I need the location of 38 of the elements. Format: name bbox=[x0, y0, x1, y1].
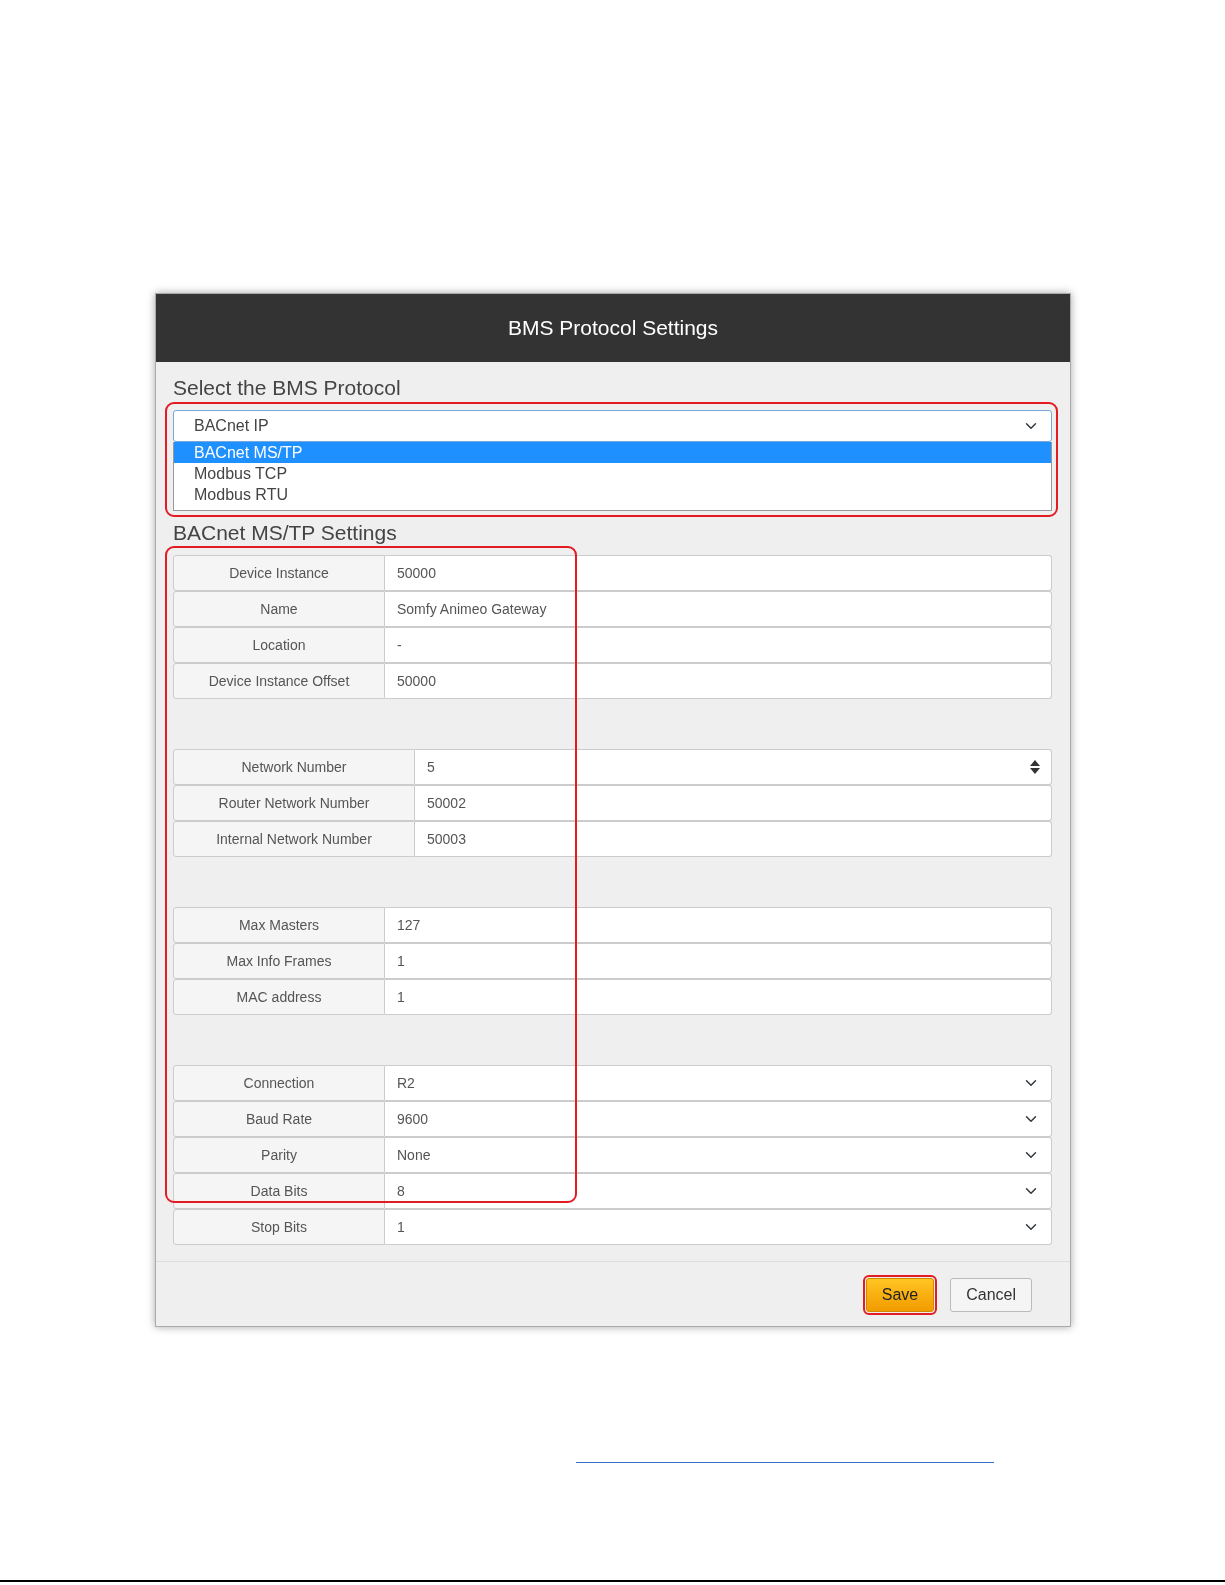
input-field[interactable]: 50000 bbox=[385, 663, 1052, 699]
dialog-title: BMS Protocol Settings bbox=[507, 315, 719, 342]
field-label: MAC address bbox=[173, 979, 385, 1015]
field-label: Data Bits bbox=[173, 1173, 385, 1209]
save-button[interactable]: Save bbox=[865, 1278, 935, 1312]
input-field[interactable]: 50002 bbox=[415, 785, 1052, 821]
dropdown-field[interactable]: None bbox=[385, 1137, 1052, 1173]
dropdown-field[interactable]: 1 bbox=[385, 1209, 1052, 1245]
dropdown-field[interactable]: 8 bbox=[385, 1173, 1052, 1209]
input-field[interactable]: 127 bbox=[385, 907, 1052, 943]
dropdown-option[interactable]: Modbus TCP bbox=[174, 463, 1051, 484]
field-label: Device Instance Offset bbox=[173, 663, 385, 699]
field-label: Name bbox=[173, 591, 385, 627]
section-heading: BACnet MS/TP Settings bbox=[173, 520, 398, 546]
field-label: Network Number bbox=[173, 749, 415, 785]
field-label: Router Network Number bbox=[173, 785, 415, 821]
input-field[interactable]: 1 bbox=[385, 943, 1052, 979]
field-label: Internal Network Number bbox=[173, 821, 415, 857]
cancel-button[interactable]: Cancel bbox=[950, 1278, 1032, 1312]
field-label: Max Masters bbox=[173, 907, 385, 943]
field-label: Connection bbox=[173, 1065, 385, 1101]
section-heading: Select the BMS Protocol bbox=[173, 375, 402, 401]
dropdown-field[interactable]: 9600 bbox=[385, 1101, 1052, 1137]
field-label: Max Info Frames bbox=[173, 943, 385, 979]
field-label: Stop Bits bbox=[173, 1209, 385, 1245]
field-label: Baud Rate bbox=[173, 1101, 385, 1137]
dropdown-field[interactable]: R2 bbox=[385, 1065, 1052, 1101]
input-field[interactable]: 5 bbox=[415, 749, 1052, 785]
input-field[interactable]: 50000 bbox=[385, 555, 1052, 591]
input-field[interactable]: 50003 bbox=[415, 821, 1052, 857]
input-field[interactable]: 1 bbox=[385, 979, 1052, 1015]
input-field[interactable]: - bbox=[385, 627, 1052, 663]
input-field[interactable]: Somfy Animeo Gateway bbox=[385, 591, 1052, 627]
protocol-select[interactable]: BACnet IP bbox=[173, 410, 1052, 442]
field-label: Parity bbox=[173, 1137, 385, 1173]
dropdown-option[interactable]: Modbus RTU bbox=[174, 484, 1051, 505]
field-label: Device Instance bbox=[173, 555, 385, 591]
field-label: Location bbox=[173, 627, 385, 663]
